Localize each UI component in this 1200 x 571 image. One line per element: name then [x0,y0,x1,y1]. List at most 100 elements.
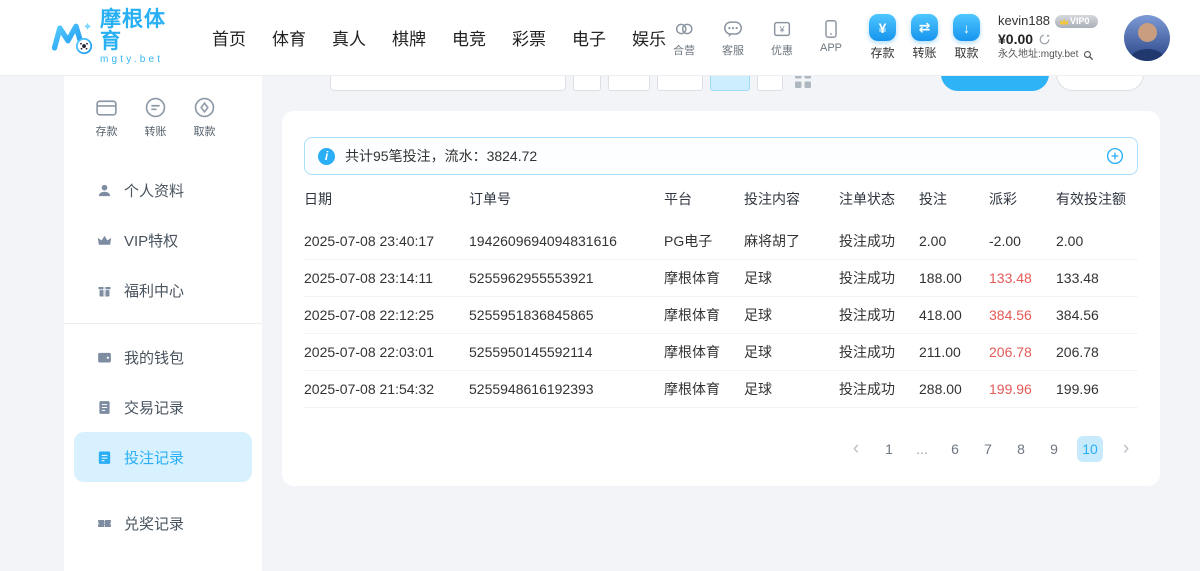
reset-button[interactable] [1056,75,1144,91]
deposit-button[interactable]: ¥ 存款 [869,14,896,61]
date-filter-box-active[interactable] [710,75,750,91]
brand-logo-icon [50,19,93,57]
sidebar-item-redeem-records[interactable]: 兑奖记录 [74,498,252,548]
cell-date: 2025-07-08 21:54:32 [304,381,469,397]
sidebar-item-welfare[interactable]: 福利中心 [74,265,252,315]
filter-bar [282,75,1160,91]
main-nav: 首页 体育 真人 棋牌 电竞 彩票 电子 娱乐 [212,25,666,50]
page-button-10-active[interactable]: 10 [1077,436,1103,462]
sidebar-item-transactions[interactable]: 交易记录 [74,382,252,432]
nav-item-lottery[interactable]: 彩票 [512,25,546,50]
sidebar-menu: 个人资料 VIP特权 福利中心 我的钱包 [64,165,262,548]
sidebar-item-profile[interactable]: 个人资料 [74,165,252,215]
support-link[interactable]: 客服 [715,18,751,58]
page-button-8[interactable]: 8 [1011,436,1031,462]
expand-icon[interactable] [1106,147,1124,165]
nav-item-entertainment[interactable]: 娱乐 [632,25,666,50]
order-search-input[interactable] [330,75,566,91]
table-header-cell: 有效投注额 [1056,189,1138,209]
nav-item-slots[interactable]: 电子 [572,25,606,50]
sidebar-transfer-label: 转账 [145,123,167,139]
date-filter-box[interactable] [608,75,650,91]
sidebar-item-vip[interactable]: VIP特权 [74,215,252,265]
promo-label: 优惠 [771,42,793,58]
table-header-cell: 投注 [919,189,989,209]
promo-link[interactable]: ¥ 优惠 [764,18,800,58]
topbar-quick-links: 合营 客服 ¥ 优惠 APP [666,18,849,58]
cell-content: 足球 [744,305,839,325]
user-info: kevin188 VIP0 ¥0.00 永久地址:mgty.bet [998,13,1110,61]
cell-valid: 199.96 [1056,381,1138,397]
nav-item-sports[interactable]: 体育 [272,25,306,50]
refresh-balance-icon[interactable] [1038,33,1051,46]
table-header-cell: 日期 [304,189,469,209]
brand-logo[interactable]: 摩根体育 mgty.bet [50,9,186,66]
cell-content: 麻将胡了 [744,231,839,251]
cell-status: 投注成功 [839,268,919,288]
date-filter-box[interactable] [757,75,783,91]
cell-status: 投注成功 [839,342,919,362]
cell-order-no: 5255962955553921 [469,270,664,286]
cell-status: 投注成功 [839,305,919,325]
sidebar-deposit-label: 存款 [96,123,118,139]
person-icon [96,182,113,199]
page-ellipsis: ... [912,436,932,462]
grid-icon[interactable] [794,75,812,89]
table-row: 2025-07-08 21:54:32 5255948616192393 摩根体… [304,371,1138,408]
nav-item-live-casino[interactable]: 真人 [332,25,366,50]
vip-badge[interactable]: VIP0 [1055,15,1098,28]
nav-item-esports[interactable]: 电竞 [452,25,486,50]
cell-payout: 133.48 [989,270,1056,286]
page-button-1[interactable]: 1 [879,436,899,462]
cell-date: 2025-07-08 22:03:01 [304,344,469,360]
app-link[interactable]: APP [813,18,849,58]
cell-status: 投注成功 [839,379,919,399]
info-icon: i [318,148,335,165]
date-filter-box[interactable] [657,75,703,91]
deposit-label: 存款 [870,44,894,61]
deposit-card-icon [94,95,119,120]
cell-platform: 摩根体育 [664,342,744,362]
cell-bet: 288.00 [919,381,989,397]
transfer-icon: ⇄ [911,14,938,41]
page-button-9[interactable]: 9 [1044,436,1064,462]
withdraw-coin-icon [192,95,217,120]
cell-payout: 206.78 [989,344,1056,360]
table-header-cell: 订单号 [469,189,664,209]
permanent-address: 永久地址:mgty.bet [998,49,1078,62]
partner-link[interactable]: 合营 [666,18,702,58]
cell-payout: -2.00 [989,233,1056,249]
crown-icon [96,232,113,249]
prev-page-button[interactable]: ‹ [846,436,866,462]
cell-payout: 384.56 [989,307,1056,323]
transfer-button[interactable]: ⇄ 转账 [911,14,938,61]
menu-divider [64,323,262,324]
app-icon [820,18,842,40]
nav-item-board-games[interactable]: 棋牌 [392,25,426,50]
avatar[interactable] [1124,15,1170,61]
crown-icon [1060,19,1068,25]
cell-platform: PG电子 [664,231,744,251]
sidebar-deposit-shortcut[interactable]: 存款 [94,95,119,139]
sidebar-item-wallet[interactable]: 我的钱包 [74,332,252,382]
withdraw-button[interactable]: ↓ 取款 [953,14,980,61]
table-row: 2025-07-08 22:12:25 5255951836845865 摩根体… [304,297,1138,334]
page-button-7[interactable]: 7 [978,436,998,462]
app-label: APP [820,42,842,54]
nav-item-home[interactable]: 首页 [212,25,246,50]
sidebar-item-bet-records[interactable]: 投注记录 [74,432,252,482]
page-button-6[interactable]: 6 [945,436,965,462]
date-filter-box[interactable] [573,75,601,91]
sidebar-withdraw-shortcut[interactable]: 取款 [192,95,217,139]
sidebar-transfer-shortcut[interactable]: 转账 [143,95,168,139]
next-page-button[interactable]: › [1116,436,1136,462]
cell-valid: 133.48 [1056,270,1138,286]
transfer-label: 转账 [912,44,936,61]
summary-bar: i 共计95笔投注，流水：3824.72 [304,137,1138,175]
magnifier-icon[interactable] [1083,50,1094,61]
cell-status: 投注成功 [839,231,919,251]
bet-records-card: i 共计95笔投注，流水：3824.72 日期 订单号 平台 投注内容 注单状态… [282,111,1160,486]
table-row: 2025-07-08 22:03:01 5255950145592114 摩根体… [304,334,1138,371]
sidebar-withdraw-label: 取款 [194,123,216,139]
query-button[interactable] [941,75,1049,91]
